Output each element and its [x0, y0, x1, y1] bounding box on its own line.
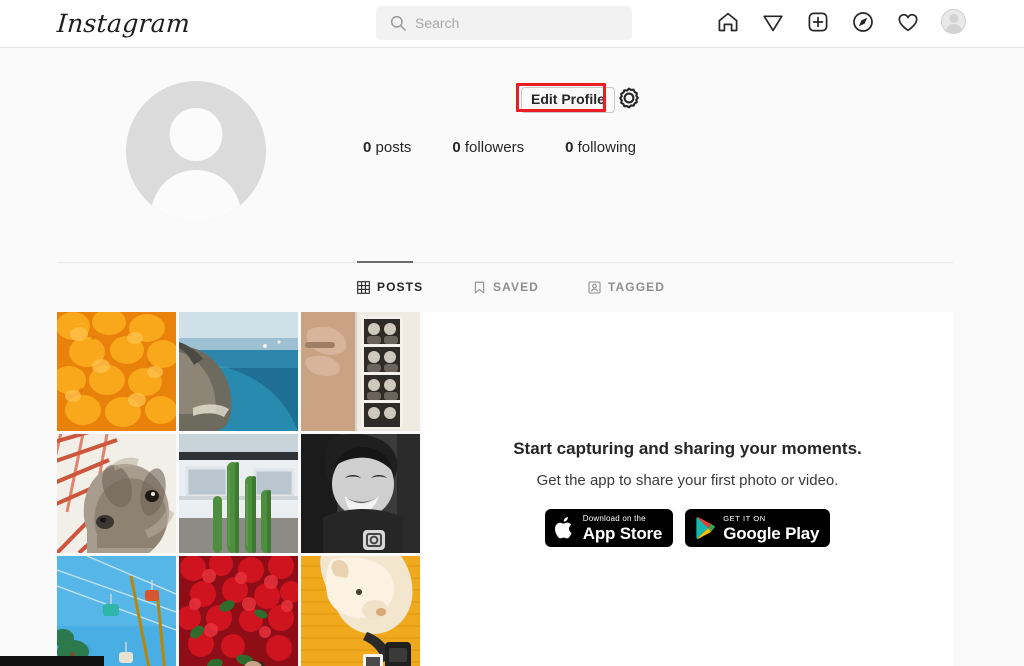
- active-tab-indicator: [357, 261, 413, 263]
- app-store-badge-bottom: App Store: [582, 523, 663, 543]
- app-store-badge[interactable]: Download on the App Store: [544, 509, 674, 547]
- google-play-badge-text: GET IT ON Google Play: [723, 514, 819, 543]
- google-play-badge-bottom: Google Play: [723, 523, 820, 543]
- avatar-head-shape: [169, 108, 223, 161]
- gear-icon[interactable]: [617, 86, 641, 110]
- google-play-badge[interactable]: GET IT ON Google Play: [685, 509, 831, 547]
- apple-logo-icon: [554, 516, 576, 540]
- nav-icon-group: [716, 9, 966, 34]
- search-input[interactable]: Search: [376, 6, 632, 40]
- home-icon[interactable]: [716, 10, 740, 34]
- grid-photo-coastal-cliff-ocean[interactable]: [179, 312, 298, 431]
- followers-count: 0: [452, 139, 461, 156]
- posts-count: 0: [363, 139, 372, 156]
- app-store-badge-top: Download on the: [582, 513, 646, 523]
- activity-heart-icon[interactable]: [896, 10, 920, 34]
- posts-label: posts: [375, 139, 412, 156]
- app-store-badges: Download on the App Store GET IT ON Goog…: [422, 509, 953, 547]
- app-store-badge-text: Download on the App Store: [582, 513, 663, 543]
- profile-tab-bar: POSTS SAVED TAGGED: [57, 261, 953, 306]
- tab-tagged[interactable]: TAGGED: [588, 280, 665, 294]
- stat-following[interactable]: 0 following: [565, 138, 636, 158]
- grid-photo-oranges-pile[interactable]: [57, 312, 176, 431]
- grid-photo-smiling-baby-black-and-white[interactable]: [301, 434, 420, 553]
- profile-avatar-icon[interactable]: [941, 9, 966, 34]
- bookmark-icon: [473, 281, 486, 294]
- promo-subtitle: Get the app to share your first photo or…: [536, 472, 839, 489]
- stat-posts[interactable]: 0 posts: [363, 138, 411, 158]
- instagram-profile-page: Instagram Search Edit Profile 0 posts 0 …: [0, 0, 1024, 666]
- instagram-logo[interactable]: Instagram: [56, 9, 191, 39]
- grid-photo-red-bougainvillea-flowers[interactable]: [179, 556, 298, 666]
- google-play-icon: [694, 516, 716, 540]
- grid-photo-sky-ride-gondolas-blue-sky[interactable]: [57, 556, 176, 666]
- grid-photo-shaggy-dog-on-striped-blanket[interactable]: [57, 434, 176, 553]
- search-icon: [390, 15, 406, 31]
- top-navigation-bar: Instagram Search: [0, 0, 1024, 48]
- bottom-left-overlay-bar: [0, 656, 104, 666]
- tab-posts-label: POSTS: [377, 280, 424, 294]
- stat-followers[interactable]: 0 followers: [452, 138, 524, 158]
- tab-saved-label: SAVED: [493, 280, 539, 294]
- tagged-person-icon: [588, 280, 601, 294]
- grid-photo-cactus-in-front-of-building[interactable]: [179, 434, 298, 553]
- promo-title: Start capturing and sharing your moments…: [513, 439, 862, 458]
- tab-tagged-label: TAGGED: [608, 280, 666, 294]
- direct-message-icon[interactable]: [761, 10, 785, 34]
- search-placeholder: Search: [415, 15, 460, 31]
- following-label: following: [577, 139, 636, 156]
- grid-icon: [357, 280, 370, 294]
- new-post-icon[interactable]: [806, 10, 830, 34]
- google-play-badge-top: GET IT ON: [723, 513, 766, 523]
- photo-grid: [57, 312, 420, 666]
- grid-photo-photo-booth-strip-in-hand[interactable]: [301, 312, 420, 431]
- profile-stats: 0 posts 0 followers 0 following: [363, 138, 636, 158]
- avatar-body-shape: [151, 170, 241, 221]
- following-count: 0: [565, 139, 574, 156]
- followers-label: followers: [464, 139, 525, 156]
- profile-avatar[interactable]: [126, 81, 266, 221]
- edit-profile-button[interactable]: Edit Profile: [521, 87, 615, 113]
- tab-saved[interactable]: SAVED: [473, 280, 539, 294]
- get-the-app-panel: Start capturing and sharing your moments…: [422, 312, 953, 666]
- tab-posts[interactable]: POSTS: [357, 280, 423, 294]
- explore-compass-icon[interactable]: [851, 10, 875, 34]
- grid-photo-puppy-on-yellow-blanket[interactable]: [301, 556, 420, 666]
